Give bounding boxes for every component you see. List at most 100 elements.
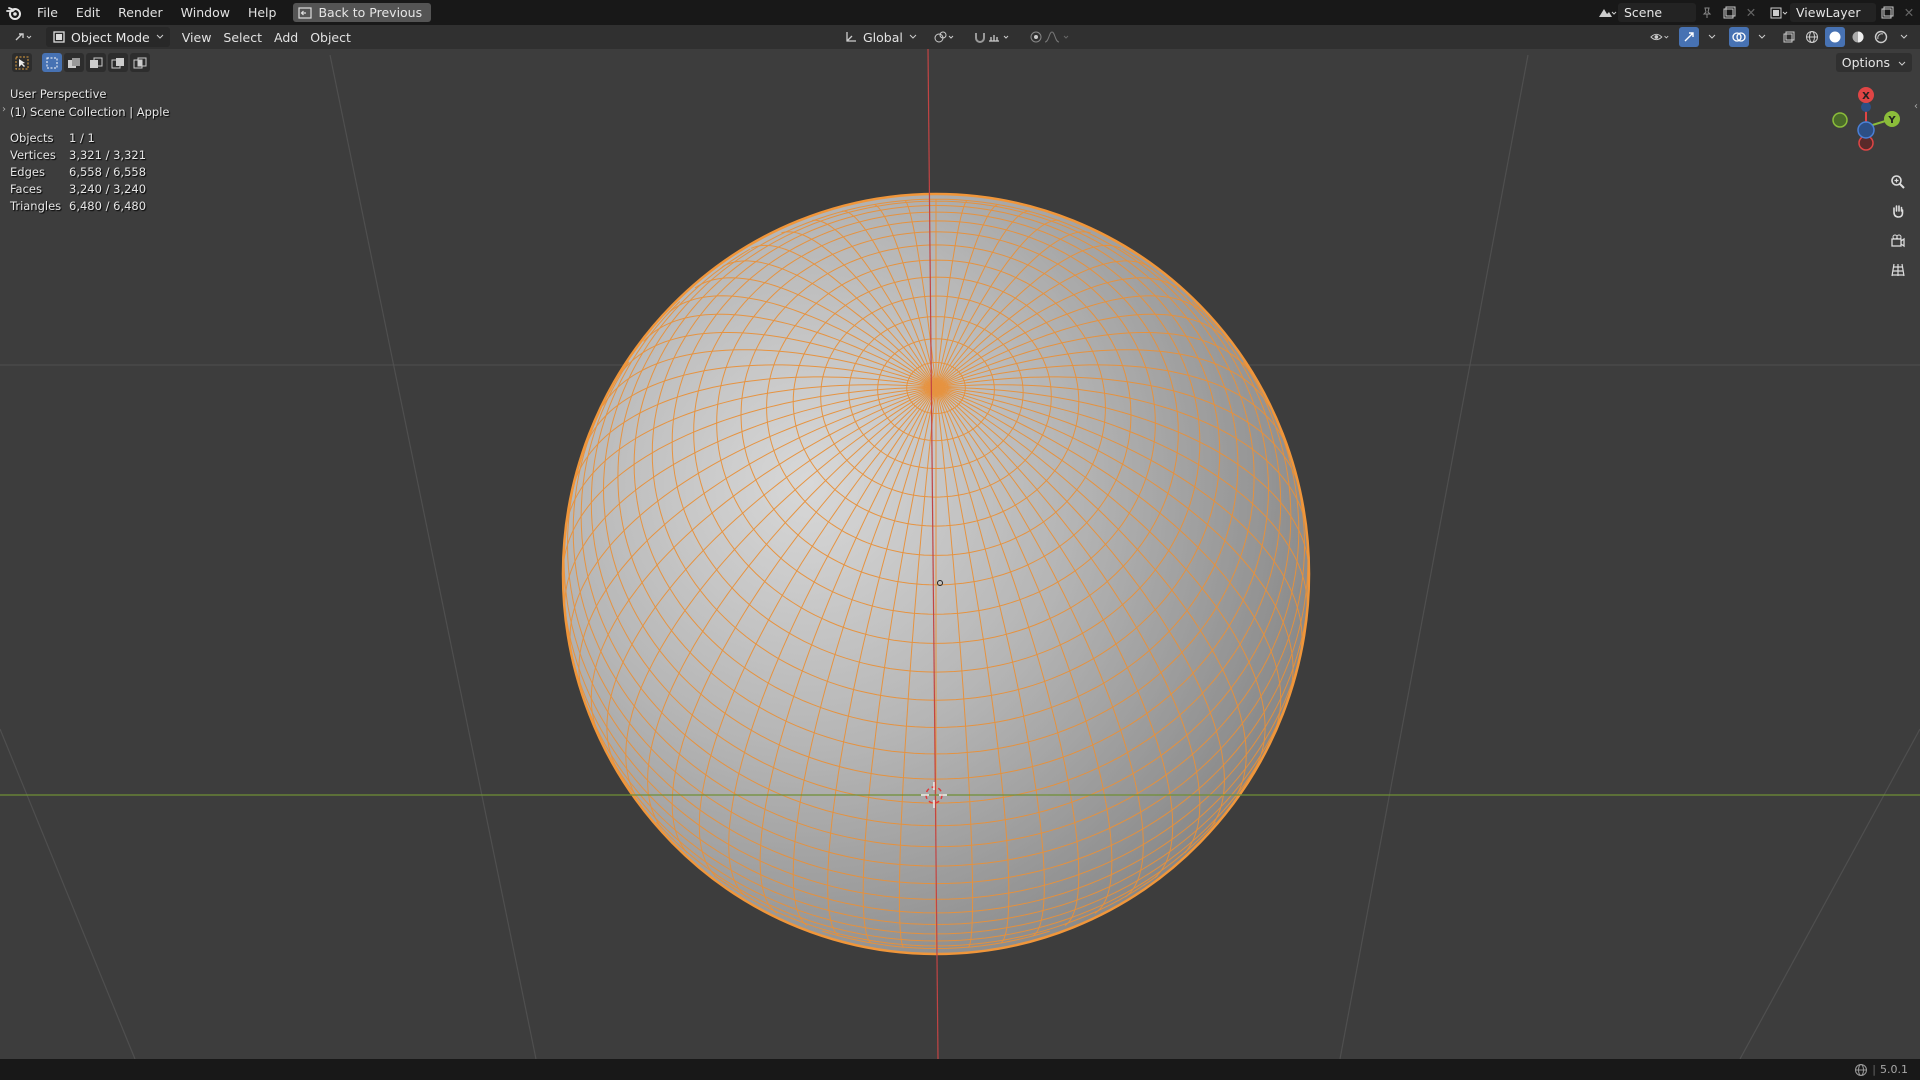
snap-toggle[interactable] [967, 27, 1019, 47]
shading-material-button[interactable] [1848, 27, 1868, 47]
view-layer-field[interactable]: ViewLayer [1790, 3, 1876, 22]
gizmo-x-label: X [1862, 91, 1870, 102]
chevron-down-icon [156, 34, 164, 39]
menu-render[interactable]: Render [109, 0, 172, 25]
stat-row: Edges 6,558 / 6,558 [10, 164, 169, 181]
tool-options-row [12, 53, 150, 72]
gizmo-icon [1684, 32, 1694, 42]
delete-view-layer-icon[interactable]: ✕ [1898, 3, 1920, 22]
new-scene-icon[interactable] [1718, 3, 1740, 22]
stat-label: Triangles [10, 199, 62, 213]
options-label: Options [1841, 55, 1891, 70]
menu-view[interactable]: View [176, 27, 218, 47]
options-dropdown[interactable]: Options [1835, 53, 1912, 72]
topbar-right-group: Scene ✕ ViewLayer ✕ [1596, 0, 1920, 25]
proportional-editing-icon [1030, 31, 1042, 43]
falloff-icon [1044, 31, 1069, 43]
pin-scene-icon[interactable] [1696, 3, 1718, 22]
gizmo-neg-y-circle[interactable] [1832, 112, 1848, 128]
show-overlays-toggle[interactable] [1729, 27, 1749, 47]
xray-toggle[interactable] [1779, 27, 1799, 47]
chevron-down-icon [909, 34, 917, 39]
mode-dropdown[interactable]: Object Mode [46, 27, 170, 47]
view-layer-icon[interactable] [1768, 3, 1790, 22]
menu-edit[interactable]: Edit [67, 0, 109, 25]
menu-window[interactable]: Window [172, 0, 239, 25]
cursor-arrow-icon [15, 56, 29, 69]
transform-orientation-label: Global [863, 29, 903, 45]
snap-increment-icon [988, 35, 1009, 42]
zoom-view-button[interactable] [1886, 170, 1910, 194]
view-perspective-label: User Perspective [10, 87, 107, 101]
active-collection-label: (1) Scene Collection | Apple [10, 105, 170, 119]
stat-value: 3,321 / 3,321 [69, 148, 147, 162]
hand-icon [1893, 205, 1904, 218]
select-intersect-icon [133, 57, 147, 68]
navigation-gizmo[interactable]: X Y [1818, 85, 1908, 167]
scene-name-field[interactable]: Scene [1618, 3, 1696, 22]
select-tool-button[interactable] [12, 53, 32, 72]
new-view-layer-icon[interactable] [1876, 3, 1898, 22]
stat-label: Faces [10, 182, 42, 196]
stat-value: 1 / 1 [69, 131, 95, 145]
camera-view-button[interactable] [1886, 229, 1910, 253]
gizmo-z-circle[interactable] [1857, 121, 1875, 139]
select-invert-button[interactable] [108, 53, 128, 72]
blender-version: 5.0.1 [1880, 1063, 1908, 1076]
select-set-icon [46, 57, 58, 68]
transform-tools: Global [838, 25, 1079, 49]
blender-logo-icon[interactable] [6, 5, 22, 21]
gizmo-neg-z-circle[interactable] [1861, 102, 1871, 112]
pan-view-button[interactable] [1886, 199, 1910, 223]
shading-solid-button[interactable] [1825, 27, 1845, 47]
select-subtract-button[interactable] [86, 53, 106, 72]
menu-object[interactable]: Object [304, 27, 357, 47]
viewport-scene[interactable] [0, 49, 1920, 1059]
object-visibility-icon[interactable] [1650, 27, 1670, 47]
sidebar-expand-icon[interactable]: ‹ [1914, 101, 1918, 112]
back-to-previous-button[interactable]: Back to Previous [293, 3, 432, 22]
menu-select[interactable]: Select [217, 27, 268, 47]
shading-rendered-button[interactable] [1871, 27, 1891, 47]
material-sphere-icon [1852, 31, 1864, 43]
gizmo-dropdown[interactable] [1702, 27, 1722, 47]
top-menu-bar: File Edit Render Window Help Back to Pre… [0, 0, 1920, 25]
menu-help[interactable]: Help [239, 0, 286, 25]
viewport-header: Object Mode View Select Add Object Globa… [0, 25, 1920, 49]
3d-viewport[interactable]: X Y [0, 49, 1920, 1059]
proportional-editing-toggle[interactable] [1023, 27, 1079, 47]
stat-value: 6,480 / 6,480 [69, 199, 147, 213]
select-extend-button[interactable] [64, 53, 84, 72]
back-to-previous-label: Back to Previous [318, 5, 423, 20]
grid-perspective-icon [1891, 263, 1905, 277]
pivot-point-dropdown[interactable] [927, 27, 963, 47]
view-layer-name: ViewLayer [1796, 5, 1861, 20]
shading-wireframe-button[interactable] [1802, 27, 1822, 47]
scene-selector-icon[interactable] [1596, 3, 1618, 22]
chevron-down-icon [1898, 61, 1906, 66]
status-bar: | 5.0.1 [0, 1059, 1920, 1080]
status-separator: | [1872, 1063, 1876, 1076]
shading-dropdown[interactable] [1894, 27, 1914, 47]
viewport-info-overlay: User Perspective (1) Scene Collection | … [10, 85, 169, 215]
camera-icon [1891, 234, 1905, 248]
toolbar-expand-icon[interactable]: › [2, 104, 6, 115]
stat-value: 3,240 / 3,240 [69, 182, 147, 196]
xray-icon [1783, 31, 1795, 43]
select-intersect-button[interactable] [130, 53, 150, 72]
editor-type-selector[interactable] [8, 27, 42, 47]
select-extend-icon [68, 57, 80, 68]
menu-add[interactable]: Add [268, 27, 304, 47]
toggle-perspective-button[interactable] [1886, 258, 1910, 282]
show-gizmo-toggle[interactable] [1679, 27, 1699, 47]
menu-file[interactable]: File [28, 0, 67, 25]
select-new-button[interactable] [42, 53, 62, 72]
overlays-dropdown[interactable] [1752, 27, 1772, 47]
select-subtract-icon [90, 57, 103, 68]
solid-sphere-icon [1829, 31, 1841, 43]
transform-orientation-dropdown[interactable]: Global [838, 27, 923, 47]
chevron-down-icon [1708, 34, 1716, 39]
network-icon [1855, 1063, 1868, 1076]
scene-statistics: Objects 1 / 1 Vertices 3,321 / 3,321 Edges… [10, 130, 169, 215]
delete-scene-icon[interactable]: ✕ [1740, 3, 1762, 22]
